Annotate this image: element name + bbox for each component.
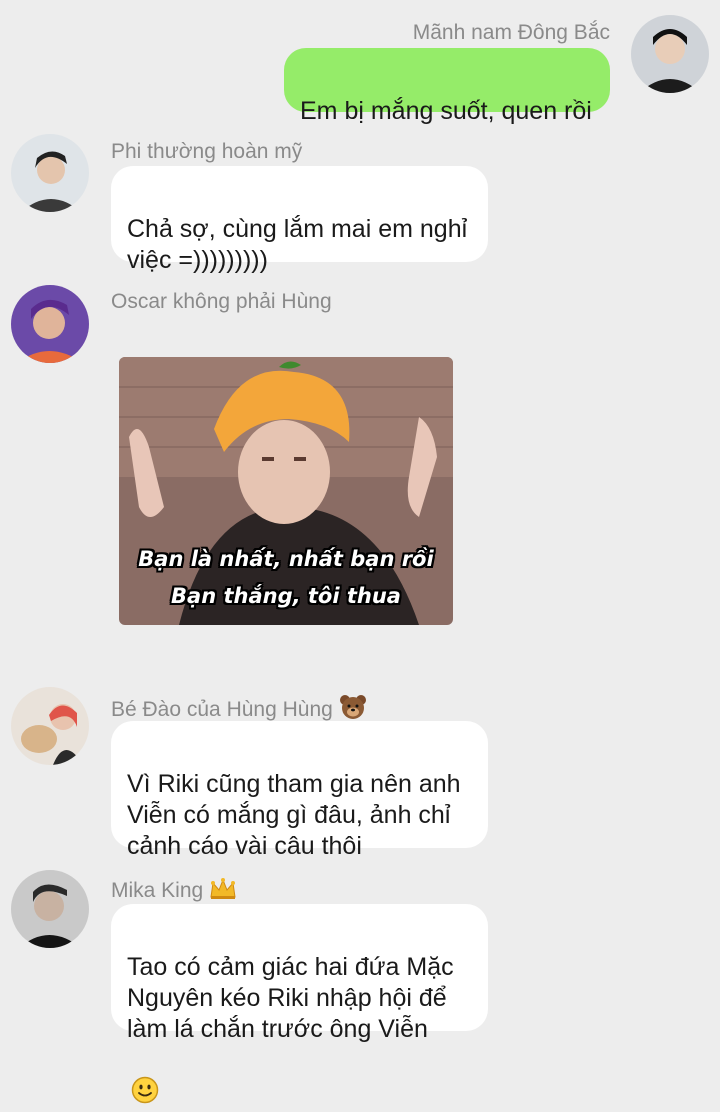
message-text: Tao có cảm giác hai đứa Mặc Nguyên kéo R…: [127, 953, 454, 1043]
avatar-mika-king[interactable]: [11, 870, 89, 948]
message-bubble-self[interactable]: Em bị mắng suốt, quen rồi: [284, 48, 610, 125]
sticker-caption-line2: Bạn thắng, tôi thua: [171, 584, 401, 608]
crown-icon: [209, 877, 237, 907]
message-bubble[interactable]: Vì Riki cũng tham gia nên anh Viễn có mắ…: [111, 721, 488, 860]
sender-name: Mãnh nam Đông Bắc: [412, 21, 610, 44]
message-bubble[interactable]: Tao có cảm giác hai đứa Mặc Nguyên kéo R…: [111, 904, 488, 1104]
avatar-phi-thuong-hoan-my[interactable]: [11, 134, 89, 212]
message-text: Em bị mắng suốt, quen rồi: [300, 97, 592, 125]
sender-name: Oscar không phải Hùng: [111, 290, 332, 313]
avatar-oscar-khong-phai-hung[interactable]: [11, 285, 89, 363]
sender-name: Phi thường hoàn mỹ: [111, 140, 303, 163]
message-text: Vì Riki cũng tham gia nên anh Viễn có mắ…: [127, 770, 461, 860]
message-bubble[interactable]: Chả sợ, cùng lắm mai em nghỉ việc =)))))…: [111, 166, 488, 274]
sender-name: Mika King: [111, 877, 237, 907]
sticker-caption-line1: Bạn là nhất, nhất bạn rồi: [138, 547, 434, 571]
smiling-face-icon: [131, 1045, 159, 1112]
avatar-be-dao[interactable]: [11, 687, 89, 765]
avatar-self[interactable]: [631, 15, 709, 93]
sticker-image[interactable]: Bạn là nhất, nhất bạn rồi Bạn thắng, tôi…: [119, 357, 453, 625]
message-text: Chả sợ, cùng lắm mai em nghỉ việc =)))))…: [127, 215, 468, 274]
